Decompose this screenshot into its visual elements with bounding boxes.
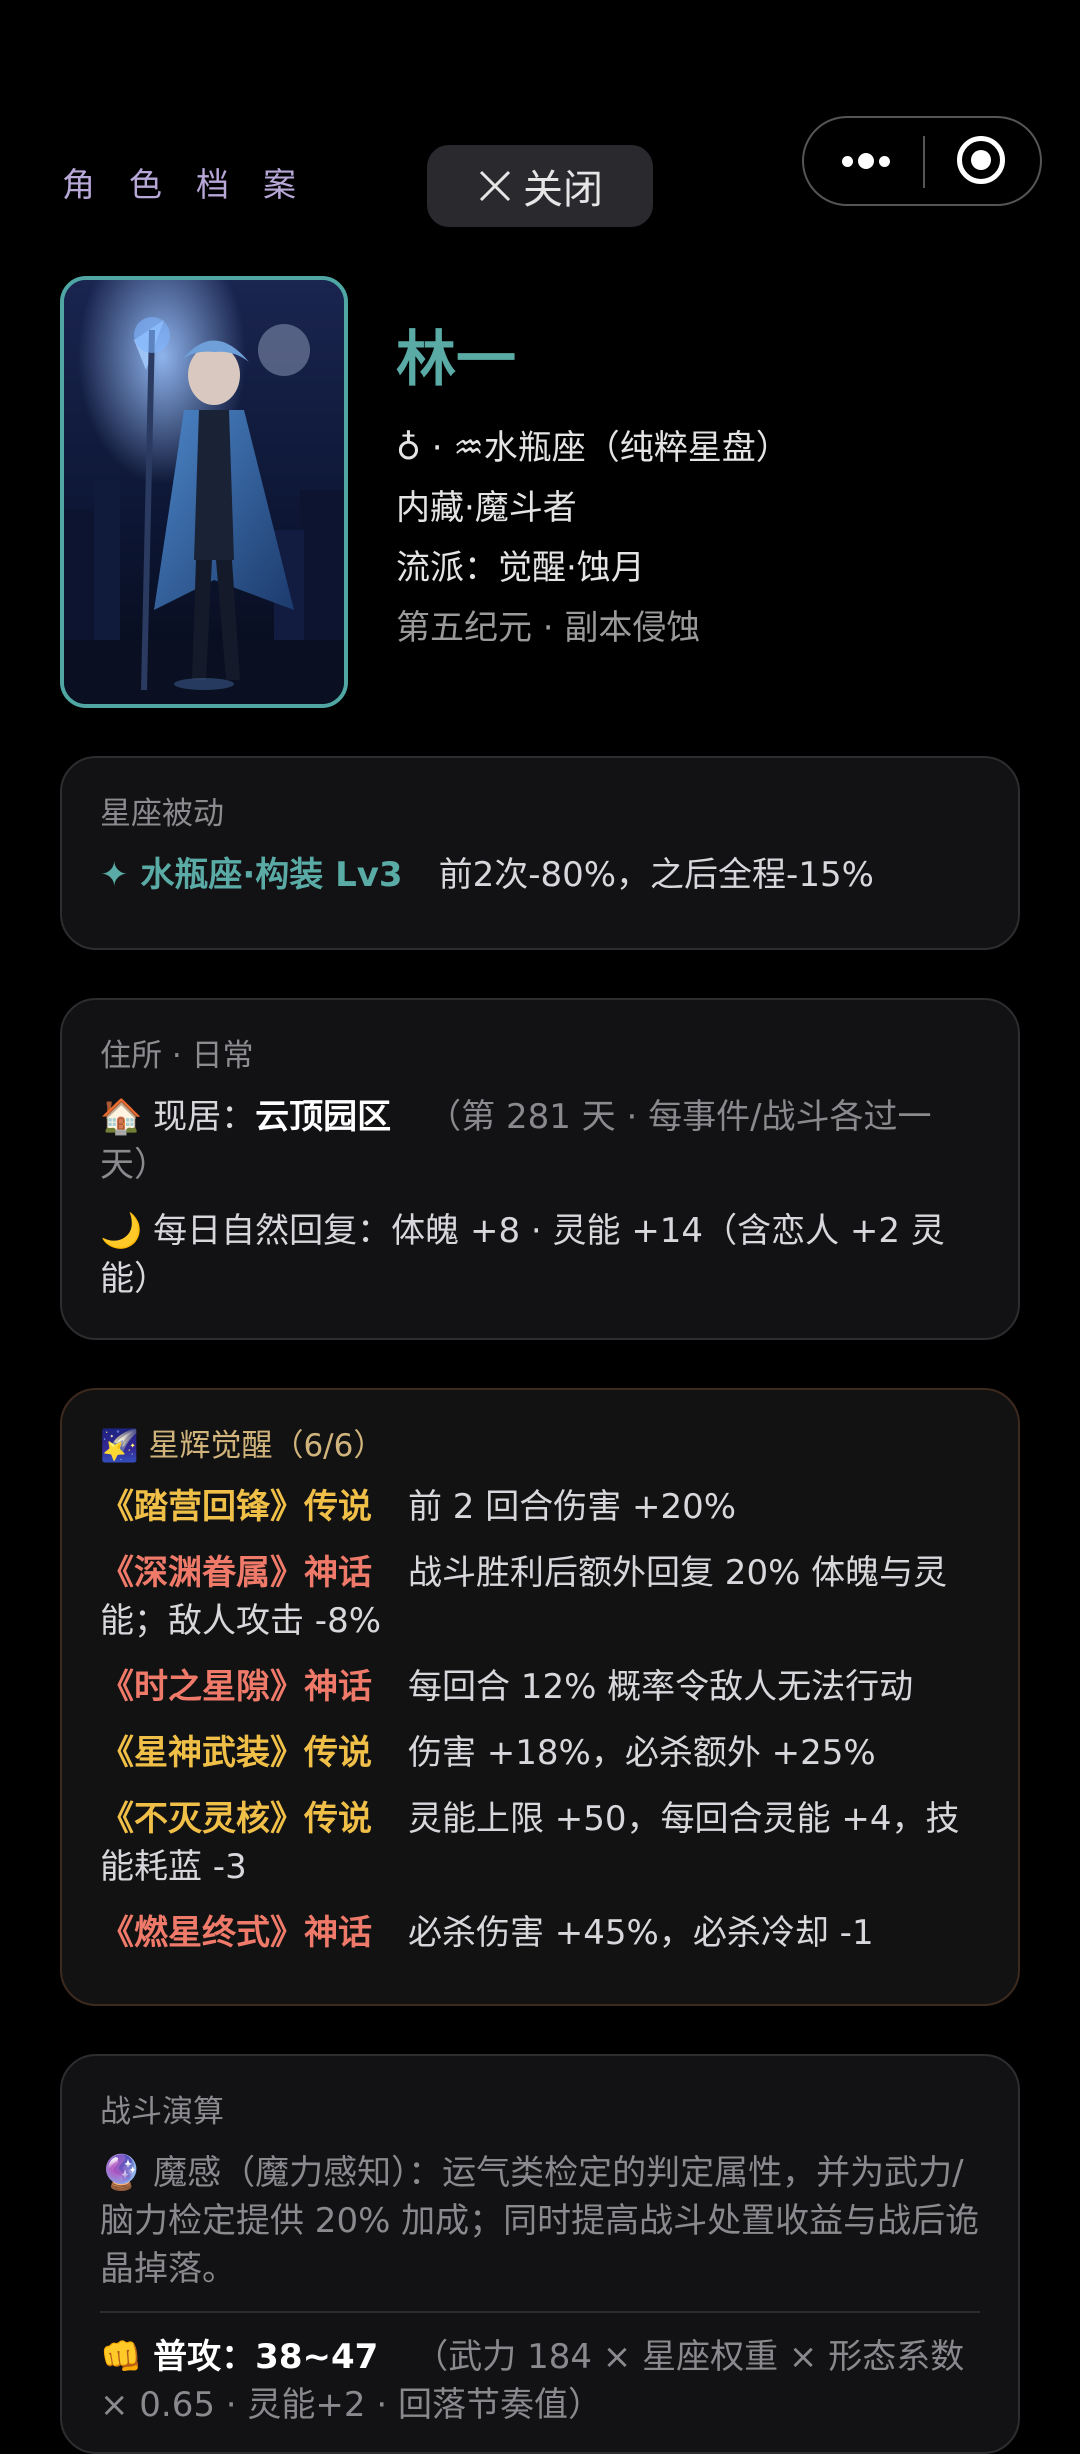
awakening-item: 《不灭灵核》传说 灵能上限 +50，每回合灵能 +4，技能耗蓝 -3 (100, 1795, 980, 1891)
residence-home-row: 🏠 现居：云顶园区 （第 281 天 · 每事件/战斗各过一天） (100, 1093, 980, 1189)
character-school: 流派：觉醒·蚀月 (396, 548, 645, 588)
combat-divider (100, 2311, 980, 2314)
capsule-divider (923, 136, 925, 188)
awakening-item: 《踏营回锋》传说前 2 回合伤害 +20% (100, 1483, 980, 1531)
character-era: 第五纪元 · 副本侵蚀 (396, 608, 701, 648)
awakening-item-effect: 每回合 12% 概率令敌人无法行动 (408, 1667, 914, 1708)
awakening-item-name: 《燃星终式》神话 (100, 1913, 372, 1954)
mini-program-capsule (802, 116, 1042, 206)
awakening-card: 🌠 星辉觉醒（6/6） 《踏营回锋》传说前 2 回合伤害 +20% 《深渊眷属》… (60, 1388, 1020, 2006)
home-name: 云顶园区 (255, 1097, 392, 1138)
attack-value: 38~47 (255, 2337, 379, 2378)
passive-skill: ✦ 水瓶座·构装 Lv3 (100, 855, 403, 896)
awakening-item: 《深渊眷属》神话 战斗胜利后额外回复 20% 体魄与灵能；敌人攻击 -8% (100, 1549, 980, 1645)
exit-miniprogram-icon[interactable] (957, 136, 1005, 184)
combat-card: 战斗演算 🔮 魔感（魔力感知）：运气类检定的判定属性，并为武力/脑力检定提供 2… (60, 2054, 1020, 2454)
zodiac-line: ♁ · ♒水瓶座（纯粹星盘） (396, 428, 790, 468)
character-name: 林一 (396, 325, 516, 395)
moon-icon: 🌙 (100, 1211, 143, 1252)
crystal-ball-icon: 🔮 (100, 2153, 143, 2194)
awakening-item-effect: 前 2 回合伤害 +20% (408, 1487, 737, 1528)
combat-title: 战斗演算 (100, 2094, 224, 2130)
awakening-item-name: 《踏营回锋》传说 (100, 1487, 372, 1528)
passive-card: 星座被动 ✦ 水瓶座·构装 Lv3 前2次-80%，之后全程-15% (60, 756, 1020, 950)
house-icon: 🏠 (100, 1097, 143, 1138)
awakening-item-name: 《深渊眷属》神话 (100, 1553, 372, 1594)
residence-card: 住所 · 日常 🏠 现居：云顶园区 （第 281 天 · 每事件/战斗各过一天） … (60, 998, 1020, 1340)
passive-effect: 前2次-80%，之后全程-15% (438, 855, 874, 896)
awakening-item: 《时之星隙》神话 每回合 12% 概率令敌人无法行动 (100, 1663, 980, 1711)
awakening-item-effect: 必杀伤害 +45%，必杀冷却 -1 (408, 1913, 874, 1954)
passive-row: ✦ 水瓶座·构装 Lv3 前2次-80%，之后全程-15% (100, 851, 980, 899)
passive-title: 星座被动 (100, 796, 224, 832)
combat-attack-row: 👊 普攻：38~47 （武力 184 × 星座权重 × 形态系数 × 0.65 ·… (100, 2333, 980, 2429)
awakening-item-effect: 伤害 +18%，必杀额外 +25% (408, 1733, 876, 1774)
close-label: 关闭 (523, 167, 603, 213)
character-identity: 内藏·魔斗者 (396, 488, 577, 528)
fist-icon: 👊 (100, 2337, 143, 2378)
attack-label: 普攻： (153, 2337, 256, 2378)
sense-text: 魔感（魔力感知）：运气类检定的判定属性，并为武力/脑力检定提供 20% 加成；同… (100, 2153, 980, 2290)
page-title: 角色档案 (62, 165, 330, 204)
close-icon (479, 170, 511, 202)
awakening-item-name: 《不灭灵核》传说 (100, 1799, 372, 1840)
home-label: 现居： (153, 1097, 256, 1138)
residence-recover-row: 🌙 每日自然回复：体魄 +8 · 灵能 +14（含恋人 +2 灵能） (100, 1207, 980, 1303)
close-button[interactable]: 关闭 (427, 145, 653, 227)
awakening-item-name: 《星神武装》传说 (100, 1733, 372, 1774)
character-portrait (60, 276, 348, 708)
residence-title: 住所 · 日常 (100, 1038, 254, 1074)
recover-text: 每日自然回复：体魄 +8 · 灵能 +14（含恋人 +2 灵能） (100, 1211, 945, 1300)
combat-sense-row: 🔮 魔感（魔力感知）：运气类检定的判定属性，并为武力/脑力检定提供 20% 加成… (100, 2149, 980, 2293)
awakening-item: 《燃星终式》神话 必杀伤害 +45%，必杀冷却 -1 (100, 1909, 980, 1957)
awakening-title: 🌠 星辉觉醒（6/6） (100, 1428, 385, 1464)
more-menu-icon[interactable] (836, 118, 896, 204)
awakening-item: 《星神武装》传说 伤害 +18%，必杀额外 +25% (100, 1729, 980, 1777)
awakening-item-name: 《时之星隙》神话 (100, 1667, 372, 1708)
